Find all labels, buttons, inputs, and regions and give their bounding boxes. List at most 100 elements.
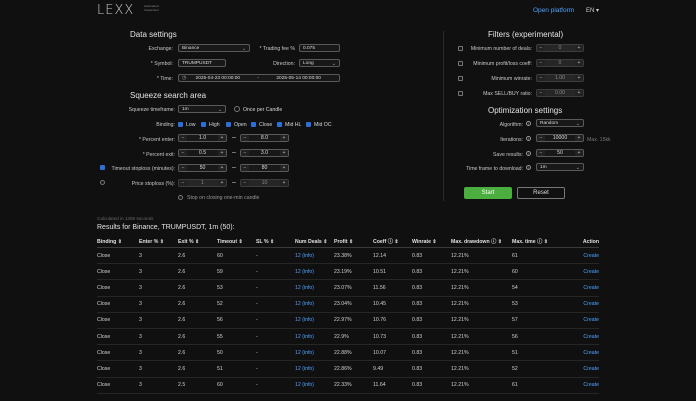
cell-num-deals[interactable]: 12 (info): [295, 328, 334, 346]
price-stoploss-toggle[interactable]: [100, 180, 105, 185]
minus-icon[interactable]: −: [537, 75, 545, 81]
minus-icon[interactable]: −: [179, 150, 187, 156]
price-stoploss-from-stepper[interactable]: −1 +: [178, 179, 227, 187]
plus-icon[interactable]: +: [280, 165, 288, 171]
plus-icon[interactable]: +: [575, 150, 583, 156]
info-icon[interactable]: i: [526, 121, 531, 126]
col-timeout-header[interactable]: Timeout ⇕: [217, 236, 256, 248]
cell-action[interactable]: Create: [559, 312, 599, 329]
timeout-stoploss-checkbox[interactable]: [100, 165, 105, 170]
min-deals-stepper[interactable]: −0 +: [536, 44, 584, 52]
cell-action[interactable]: Create: [559, 360, 599, 378]
cell-num-deals[interactable]: 12 (info): [295, 344, 334, 362]
minus-icon[interactable]: −: [241, 180, 249, 186]
cell-action[interactable]: Create: [559, 377, 599, 394]
cell-num-deals[interactable]: 12 (info): [295, 247, 334, 265]
col-enter-header[interactable]: Enter % ⇕: [139, 236, 178, 248]
start-button[interactable]: Start: [464, 187, 512, 199]
algorithm-select[interactable]: Random ⌄: [536, 119, 584, 127]
col-max-drawdown-header[interactable]: Max. drawdown ⓘ ⇕: [451, 236, 512, 248]
cell-action[interactable]: Create: [559, 263, 599, 281]
cell-action[interactable]: Create: [559, 247, 599, 265]
cell-num-deals[interactable]: 12 (info): [295, 312, 334, 329]
binding-close-checkbox[interactable]: [251, 122, 256, 127]
squeeze-timeframe-select[interactable]: 1m ⌄: [178, 105, 226, 113]
col-profit-header[interactable]: Profit ⇕: [334, 236, 373, 248]
timeout-from-stepper[interactable]: −50 +: [178, 164, 227, 172]
language-selector[interactable]: EN ▾: [586, 7, 599, 14]
iterations-stepper[interactable]: −10000 +: [536, 134, 584, 142]
minus-icon[interactable]: −: [537, 60, 545, 66]
max-sell-buy-stepper[interactable]: −0.00 +: [536, 89, 584, 97]
minus-icon[interactable]: −: [537, 90, 545, 96]
cell-num-deals[interactable]: 12 (info): [295, 360, 334, 378]
min-deals-checkbox[interactable]: [458, 46, 463, 51]
percent-exit-to-stepper[interactable]: −3.0 +: [240, 149, 289, 157]
cell-num-deals[interactable]: 12 (info): [295, 296, 334, 313]
minus-icon[interactable]: −: [241, 150, 249, 156]
cell-num-deals[interactable]: 12 (info): [295, 377, 334, 394]
minus-icon[interactable]: −: [179, 135, 187, 141]
exchange-select[interactable]: Binance ⌄: [178, 44, 250, 52]
binding-mid-hl-checkbox[interactable]: [277, 122, 282, 127]
plus-icon[interactable]: +: [218, 150, 226, 156]
minus-icon[interactable]: −: [537, 150, 545, 156]
minus-icon[interactable]: −: [179, 165, 187, 171]
cell-num-deals[interactable]: 12 (info): [295, 263, 334, 281]
col-winrate-header[interactable]: Winrate ⇕: [412, 236, 451, 248]
plus-icon[interactable]: +: [575, 90, 583, 96]
min-profit-checkbox[interactable]: [458, 61, 463, 66]
plus-icon[interactable]: +: [218, 135, 226, 141]
col-sl-header[interactable]: SL % ⇕: [256, 236, 295, 248]
download-tf-select[interactable]: 1m ⌄: [536, 163, 584, 171]
plus-icon[interactable]: +: [280, 150, 288, 156]
col-binding-header[interactable]: Binding ⇕: [97, 236, 139, 248]
plus-icon[interactable]: +: [280, 135, 288, 141]
minus-icon[interactable]: −: [537, 45, 545, 51]
binding-high-checkbox[interactable]: [201, 122, 206, 127]
cell-num-deals[interactable]: 12 (info): [295, 279, 334, 297]
plus-icon[interactable]: +: [218, 180, 226, 186]
stop-on-closing-toggle[interactable]: [178, 195, 183, 200]
open-platform-link[interactable]: Open platform: [533, 7, 574, 14]
plus-icon[interactable]: +: [575, 135, 583, 141]
percent-exit-from-stepper[interactable]: −0.5 +: [178, 149, 227, 157]
plus-icon[interactable]: +: [218, 165, 226, 171]
lexx-logo[interactable]: LEXX: [97, 3, 134, 18]
once-per-candle-radio[interactable]: [234, 106, 240, 112]
plus-icon[interactable]: +: [575, 60, 583, 66]
reset-button[interactable]: Reset: [517, 187, 565, 199]
info-icon[interactable]: i: [526, 151, 531, 156]
col-num-deals-header[interactable]: Num Deals ⇕: [295, 236, 334, 248]
plus-icon[interactable]: +: [280, 180, 288, 186]
cell-action[interactable]: Create: [559, 344, 599, 362]
trading-fee-input[interactable]: 0.075: [299, 44, 340, 52]
minus-icon[interactable]: −: [537, 135, 545, 141]
minus-icon[interactable]: −: [179, 180, 187, 186]
min-profit-stepper[interactable]: −0 +: [536, 59, 584, 67]
symbol-input[interactable]: TRUMPUSDT: [178, 59, 226, 67]
minus-icon[interactable]: −: [241, 135, 249, 141]
time-range-input[interactable]: ◷ 2025-04-23 00:00:00 - 2025-05-14 00:00…: [178, 74, 340, 82]
plus-icon[interactable]: +: [575, 75, 583, 81]
percent-enter-from-stepper[interactable]: −1.0 +: [178, 134, 227, 142]
info-icon[interactable]: i: [526, 136, 531, 141]
save-results-stepper[interactable]: −50 +: [536, 149, 584, 157]
binding-low-checkbox[interactable]: [178, 122, 183, 127]
max-sell-buy-checkbox[interactable]: [458, 91, 463, 96]
plus-icon[interactable]: +: [575, 45, 583, 51]
cell-action[interactable]: Create: [559, 328, 599, 346]
min-winrate-checkbox[interactable]: [458, 76, 463, 81]
timeout-to-stepper[interactable]: −80 +: [240, 164, 289, 172]
price-stoploss-to-stepper[interactable]: −10 +: [240, 179, 289, 187]
minus-icon[interactable]: −: [241, 165, 249, 171]
cell-action[interactable]: Create: [559, 279, 599, 297]
info-icon[interactable]: i: [526, 165, 531, 170]
direction-select[interactable]: Long ⌄: [299, 59, 340, 67]
binding-open-checkbox[interactable]: [226, 122, 231, 127]
binding-mid-oc-checkbox[interactable]: [306, 122, 311, 127]
cell-action[interactable]: Create: [559, 296, 599, 313]
percent-enter-to-stepper[interactable]: −8.0 +: [240, 134, 289, 142]
col-exit-header[interactable]: Exit % ⇕: [178, 236, 217, 248]
col-max-time-header[interactable]: Max. time ⓘ ⇕: [512, 236, 559, 248]
